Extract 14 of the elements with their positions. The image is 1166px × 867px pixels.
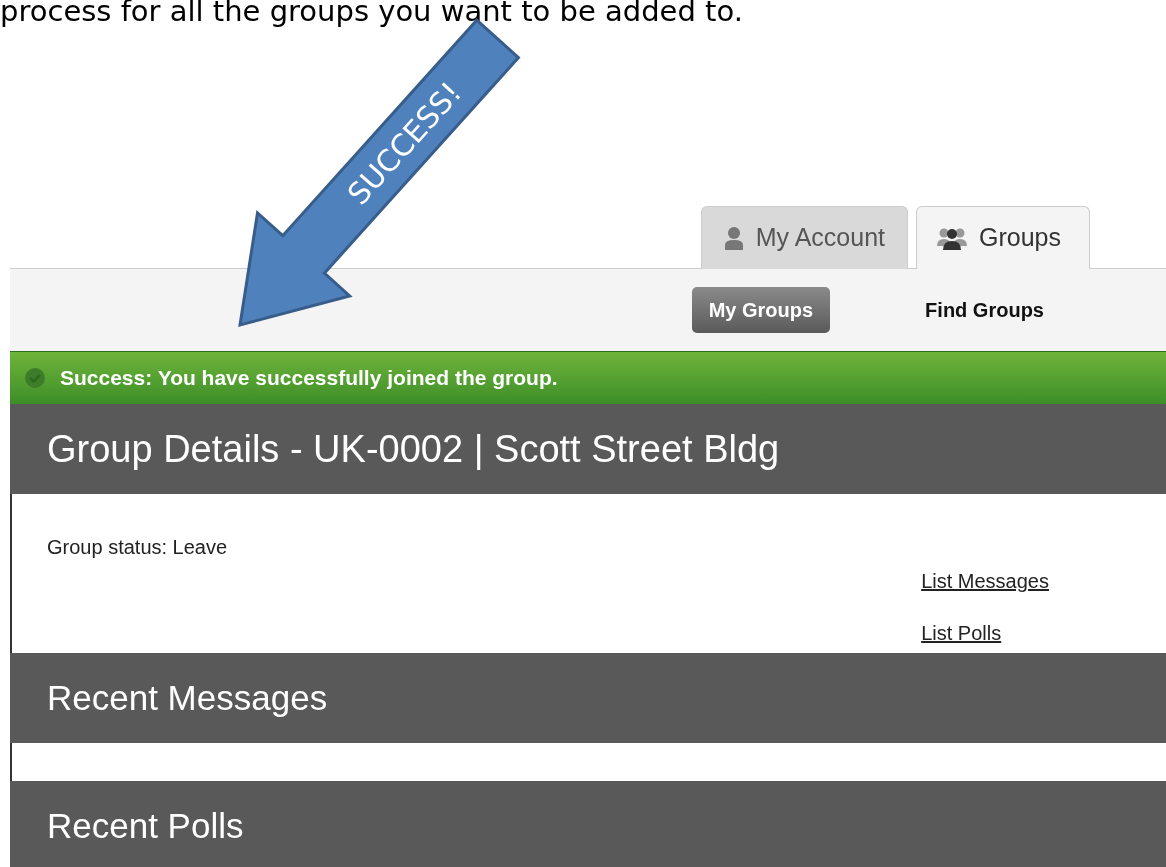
alert-text: Success: You have successfully joined the group.	[60, 365, 558, 392]
group-status: Group status: Leave	[47, 535, 228, 560]
section-title: Recent Messages	[47, 676, 328, 719]
person-icon	[723, 226, 744, 250]
subnav-button[interactable]: Find Groups	[908, 287, 1061, 333]
tab[interactable]: My Account	[700, 206, 908, 269]
subnav-button[interactable]: My Groups	[691, 287, 831, 333]
tab[interactable]: Groups	[916, 206, 1090, 269]
group-title: Group Details - UK-0002 | Scott Street Bldg	[47, 426, 780, 472]
group-link[interactable]: List Polls	[921, 618, 1049, 648]
section-title: Recent Polls	[47, 804, 244, 847]
people-icon	[937, 226, 967, 250]
group-link[interactable]: List Messages	[921, 566, 1049, 596]
check-icon	[24, 367, 46, 389]
